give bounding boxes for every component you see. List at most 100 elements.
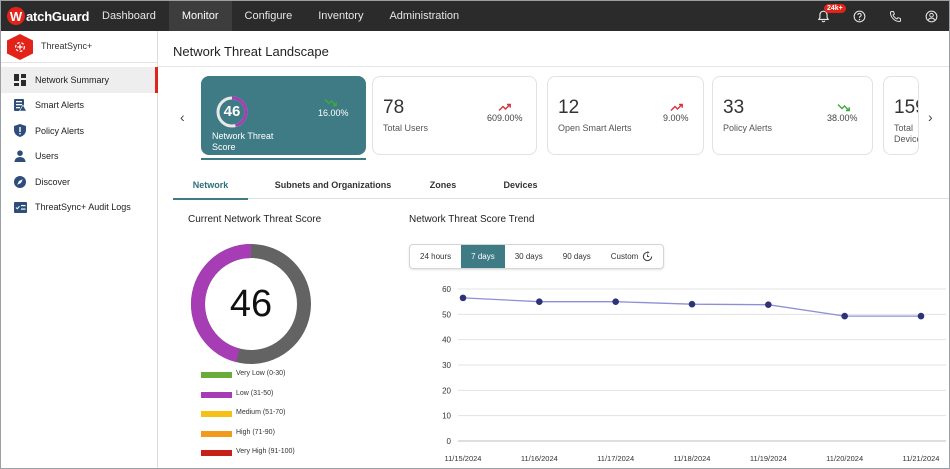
y-tick-label: 0: [447, 437, 452, 446]
kpi-card-value: 78: [383, 97, 405, 118]
range-30-days[interactable]: 30 days: [505, 245, 553, 268]
dashboard-grid-icon: [13, 73, 27, 87]
sidebar-item-policy-alerts[interactable]: Policy Alerts: [1, 118, 158, 144]
data-point: [612, 298, 619, 305]
tab-network[interactable]: Network: [173, 171, 248, 200]
carousel-prev-chevron-left-icon[interactable]: ‹: [180, 109, 185, 125]
score-trend-title: Network Threat Score Trend: [409, 214, 535, 225]
person-icon: [13, 149, 27, 163]
sidebar-item-label: Users: [35, 151, 59, 162]
app-window: W atchGuard Dashboard Monitor Configure …: [0, 0, 950, 469]
compass-icon: [13, 175, 27, 189]
trend-down-icon: [324, 99, 337, 107]
alert-list-icon: [13, 98, 27, 112]
y-tick-label: 30: [442, 361, 451, 370]
kpi-card-label: Total Devices: [894, 123, 918, 144]
sidebar-item-smart-alerts[interactable]: Smart Alerts: [1, 93, 158, 119]
kpi-card-open-smart-alerts[interactable]: 12 Open Smart Alerts 9.00%: [547, 76, 704, 155]
legend-swatch: [201, 430, 232, 437]
kpi-card-policy-alerts[interactable]: 33 Policy Alerts 38.00%: [712, 76, 873, 155]
sidebar-item-label: Network Summary: [35, 74, 110, 85]
top-navigation-bar: W atchGuard Dashboard Monitor Configure …: [1, 1, 949, 31]
user-icon[interactable]: [923, 8, 939, 24]
phone-icon[interactable]: [887, 8, 903, 24]
nav-inventory[interactable]: Inventory: [305, 1, 376, 31]
bell-icon[interactable]: 24k+: [815, 4, 846, 24]
trend-down-icon: [837, 104, 850, 112]
legend-label: Medium (51-70): [236, 409, 286, 416]
nav-monitor[interactable]: Monitor: [168, 1, 232, 31]
legend-item-medium: Medium (51-70): [201, 408, 351, 418]
nav-administration[interactable]: Administration: [376, 1, 472, 31]
nav-dashboard[interactable]: Dashboard: [89, 1, 169, 31]
legend-item-very-low: Very Low (0-30): [201, 369, 351, 379]
shield-alert-icon: [13, 124, 27, 138]
logo-wordmark: atchGuard: [26, 8, 90, 24]
data-point: [841, 312, 848, 320]
top-icon-group: 24k+: [815, 1, 939, 31]
notification-count-badge: 24k+: [824, 4, 846, 13]
sidebar-item-audit-logs[interactable]: ThreatSync+ Audit Logs: [1, 195, 158, 221]
x-tick-label: 11/17/2024: [597, 454, 634, 463]
x-tick-label: 11/20/2024: [826, 454, 863, 463]
threatsync-logo-icon: [7, 34, 33, 60]
kpi-card-change: 16.00%: [318, 108, 349, 118]
kpi-card-label: Open Smart Alerts: [558, 123, 632, 133]
kpi-card-total-users[interactable]: 78 Total Users 609.00%: [372, 76, 537, 155]
sidebar-menu: Network Summary Smart Alerts Policy Aler…: [1, 67, 158, 220]
sidebar-item-label: Policy Alerts: [35, 125, 85, 136]
y-tick-label: 20: [442, 386, 451, 395]
page-title: Network Threat Landscape: [173, 44, 329, 59]
range-24-hours[interactable]: 24 hours: [410, 245, 461, 268]
kpi-card-value: 12: [558, 97, 580, 118]
sidebar-item-label: ThreatSync+ Audit Logs: [35, 202, 131, 213]
legend-item-low: Low (31-50): [201, 389, 351, 399]
legend-item-very-high: Very High (91-100): [201, 447, 351, 457]
y-tick-label: 60: [442, 285, 451, 294]
legend-swatch: [201, 372, 232, 378]
kpi-card-value: 33: [723, 97, 745, 118]
product-header[interactable]: ThreatSync+: [1, 31, 158, 63]
nav-configure[interactable]: Configure: [232, 1, 306, 31]
tab-zones[interactable]: Zones: [418, 171, 468, 199]
kpi-card-total-devices[interactable]: 159 Total Devices: [883, 76, 919, 155]
x-tick-label: 11/21/2024: [903, 454, 940, 463]
data-point: [917, 312, 925, 320]
legend-swatch: [201, 411, 232, 417]
data-point: [688, 300, 696, 308]
watchguard-logo[interactable]: W atchGuard: [7, 6, 89, 26]
threat-score-value: 46: [223, 103, 241, 120]
range-90-days[interactable]: 90 days: [553, 245, 601, 268]
time-range-selector: 24 hours 7 days 30 days 90 days Custom: [409, 244, 665, 269]
tab-devices[interactable]: Devices: [493, 171, 548, 199]
sidebar-item-discover[interactable]: Discover: [1, 169, 158, 195]
main-content: Network Threat Landscape ‹ › 46 Network …: [158, 31, 949, 468]
x-tick-label: 11/19/2024: [750, 454, 787, 463]
kpi-card-change: 609.00%: [487, 113, 523, 123]
data-point: [536, 298, 543, 305]
kpi-card-threat-score[interactable]: 46 Network Threat Score 16.00%: [201, 76, 366, 155]
sidebar-item-users[interactable]: Users: [1, 144, 158, 170]
range-custom[interactable]: Custom: [601, 245, 664, 268]
x-tick-label: 11/15/2024: [445, 454, 482, 463]
threat-score-trend-chart: 0 10 20 30 40 50 60 11/15/2024 11/16/2024 11/17/2…: [442, 285, 946, 463]
carousel-next-chevron-right-icon[interactable]: ›: [928, 109, 933, 125]
legend-swatch: [201, 450, 232, 456]
product-name: ThreatSync+: [41, 41, 93, 51]
title-divider: [158, 66, 949, 67]
kpi-card-label: Total Users: [383, 123, 429, 133]
legend-label: Low (31-50): [236, 389, 274, 397]
current-score-title: Current Network Threat Score: [188, 214, 322, 225]
current-score-value: 46: [229, 283, 273, 325]
data-point: [459, 294, 467, 302]
trend-up-icon: [670, 103, 683, 111]
legend-swatch: [201, 391, 232, 398]
refresh-calendar-icon: [643, 251, 653, 262]
sidebar-item-network-summary[interactable]: Network Summary: [1, 67, 158, 93]
x-tick-label: 11/18/2024: [674, 454, 711, 463]
tab-subnets-and-organizations[interactable]: Subnets and Organizations: [263, 171, 403, 199]
legend-label: High (71-90): [236, 428, 275, 436]
audit-log-icon: [13, 200, 27, 214]
range-7-days[interactable]: 7 days: [461, 245, 505, 268]
help-icon[interactable]: [851, 8, 867, 24]
